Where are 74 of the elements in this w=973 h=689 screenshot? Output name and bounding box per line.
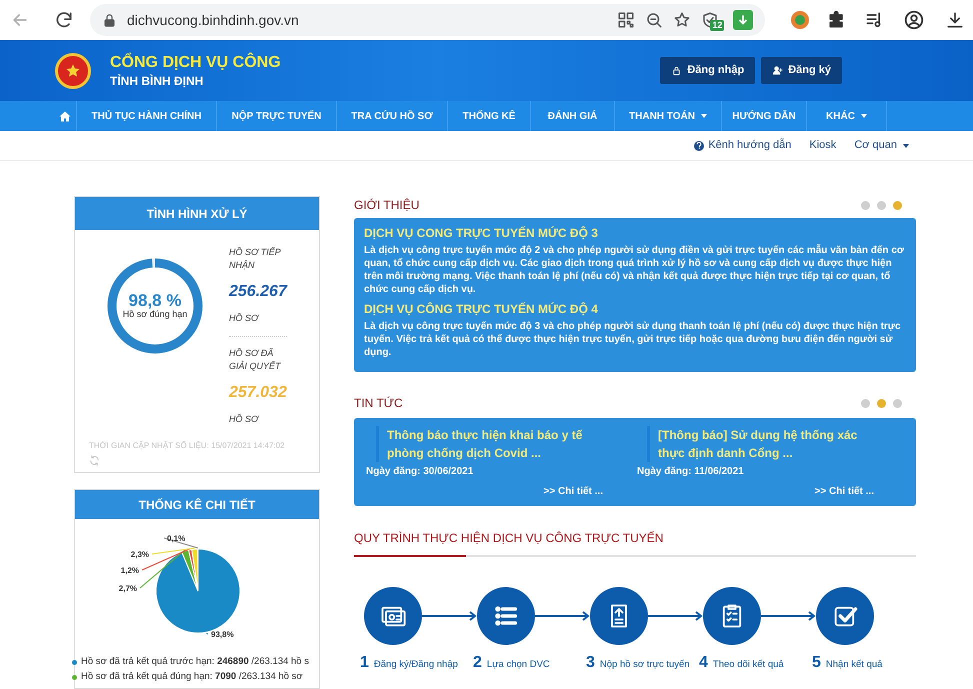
- data-label: 2,7%: [118, 584, 137, 593]
- nav-link[interactable]: THỐNG KÊ: [448, 101, 531, 131]
- legend-text: Hồ sơ đã trả kết quả trước hạn: 246890 /263.134 hồ s: [81, 655, 309, 669]
- step-number: 3: [586, 653, 595, 673]
- download-extension-icon[interactable]: [733, 10, 754, 30]
- panel-title: THỐNG KÊ CHI TIẾT: [75, 490, 319, 519]
- legend-text: Hồ sơ đã trả kết quả đúng hạn: 7090 /263.134 hồ sơ: [81, 670, 303, 684]
- url-text: dichvucong.binhdinh.gov.vn: [127, 10, 300, 30]
- step-label: Nộp hồ sơ trực tuyến: [600, 658, 690, 672]
- step-number: 4: [699, 653, 708, 673]
- download-icon[interactable]: [945, 10, 965, 30]
- details-link[interactable]: >> Chi tiết ...: [814, 484, 874, 499]
- data-label: 1,2%: [120, 566, 139, 575]
- intro-text: Là dịch vụ công trực tuyến mức độ 2 và cho phép người sử dụng điền và gửi trực tuyến các mẫu văn bản đến cơ quan, tổ chức cung cấp dịch vụ. Các giao dịch trong quá trình xử lý hồ sơ và cung cấp dịch vụ được thực hiện trên môi trường mạng. Việc thanh toán lệ phí (nếu có) và nhận kết quả được thực hiện trực tiếp tại cơ quan, tổ chức cung cấp dịch vụ.: [364, 244, 905, 296]
- nav-link[interactable]: HƯỚNG DẪN: [722, 101, 807, 131]
- qr-code-icon[interactable]: [617, 11, 636, 29]
- reload-icon[interactable]: [54, 10, 74, 30]
- extension-icon[interactable]: [791, 11, 809, 29]
- news-title-link[interactable]: Thông báo thực hiện khai báo y tế phòng chống dịch Covid ...: [376, 426, 615, 462]
- agency-dropdown[interactable]: Cơ quan: [854, 137, 909, 154]
- lock-icon: [671, 65, 682, 76]
- stat-unit: HỒ SƠ: [229, 312, 260, 325]
- star-icon[interactable]: [673, 11, 692, 29]
- percent-value: 98,8 %: [128, 292, 182, 309]
- nav-link[interactable]: ĐÁNH GIÁ: [531, 101, 615, 131]
- data-label: 2,3%: [130, 550, 149, 559]
- step-number: 5: [812, 653, 821, 673]
- step-label: Lựa chọn DVC: [486, 658, 550, 672]
- profile-icon[interactable]: [903, 9, 925, 31]
- news-date: Ngày đăng: 11/06/2021: [637, 465, 745, 479]
- update-time: THỜI GIAN CẬP NHẬT SỐ LIỆU: 15/07/2021 14:47:02: [89, 440, 286, 452]
- register-button[interactable]: Đăng ký: [761, 57, 842, 84]
- step-label: Đăng ký/Đăng nhập: [374, 658, 458, 672]
- user-plus-icon: [772, 65, 784, 76]
- leader-line: [206, 632, 208, 634]
- details-link[interactable]: >> Chi tiết ...: [544, 484, 603, 499]
- section-title: GIỚI THIỆU: [354, 197, 420, 214]
- data-label: 93,8%: [211, 630, 234, 639]
- step-number: 1: [360, 653, 369, 673]
- step-number: 2: [473, 653, 482, 673]
- intro-heading: DỊCH VỤ CÔNG TRỰC TUYẾN MỨC ĐỘ 4: [364, 301, 599, 318]
- help-icon[interactable]: [694, 140, 704, 150]
- data-label: 0,1%: [167, 534, 186, 543]
- nav-link[interactable]: THANH TOÁN: [615, 101, 722, 131]
- site-title: CỔNG DỊCH VỤ CÔNG: [110, 54, 281, 70]
- stat-label: HỒ SƠ ĐÃ GIẢI QUYẾT: [229, 346, 282, 372]
- nav-link[interactable]: NỘP TRỰC TUYẾN: [217, 101, 337, 131]
- guide-link[interactable]: Kênh hướng dẫn: [694, 137, 792, 154]
- stat-label: HỒ SƠ TIẾP NHẬN: [229, 246, 282, 272]
- extension-badge: 12: [710, 20, 724, 31]
- section-title: QUY TRÌNH THỰC HIỆN DỊCH VỤ CÔNG TRỰC TUYẾN: [354, 530, 664, 547]
- step-label: Theo dõi kết quả: [712, 658, 784, 672]
- section-title: TIN TỨC: [354, 395, 403, 412]
- address-bar[interactable]: dichvucong.binhdinh.gov.vn 12: [90, 4, 766, 36]
- percent-caption: Hồ sơ đúng hạn: [122, 308, 188, 320]
- kiosk-link[interactable]: Kiosk: [809, 137, 836, 154]
- site-subtitle: TỈNH BÌNH ĐỊNH: [110, 74, 204, 86]
- lock-icon: [102, 12, 117, 28]
- step-label: Nhận kết quả: [826, 658, 882, 672]
- nav-link[interactable]: THỦ TỤC HÀNH CHÍNH: [77, 101, 217, 131]
- intro-heading: DỊCH VỤ CONG TRỰC TUYẾN MỨC ĐỘ 3: [364, 225, 599, 242]
- news-date: Ngày đăng: 30/06/2021: [366, 465, 474, 479]
- emblem-icon: [55, 52, 91, 88]
- stat-value: 256.267: [229, 282, 287, 302]
- nav-link[interactable]: KHÁC: [807, 101, 887, 131]
- news-title-link[interactable]: [Thông báo] Sử dụng hệ thống xác thực định danh Cổng ...: [647, 426, 886, 462]
- intro-text: Là dịch vụ công trực tuyến mức độ 3 và cho phép người sử dụng thanh toán lệ phí (nếu có) được thực hiện trực tuyến. Việc trả kết quả có thể được thực hiện trực tuyến, gửi trực tiếp hoặc qua đường bưu điện đến người sử dụng.: [364, 320, 902, 359]
- panel-title: TÌNH HÌNH XỬ LÝ: [75, 197, 319, 230]
- stat-value: 257.032: [229, 382, 287, 402]
- nav-link[interactable]: TRA CỨU HỒ SƠ: [337, 101, 448, 131]
- stat-unit: HỒ SƠ: [229, 412, 260, 426]
- login-button[interactable]: Đăng nhập: [660, 57, 756, 84]
- home-icon[interactable]: [58, 110, 70, 122]
- zoom-out-icon[interactable]: [645, 11, 664, 29]
